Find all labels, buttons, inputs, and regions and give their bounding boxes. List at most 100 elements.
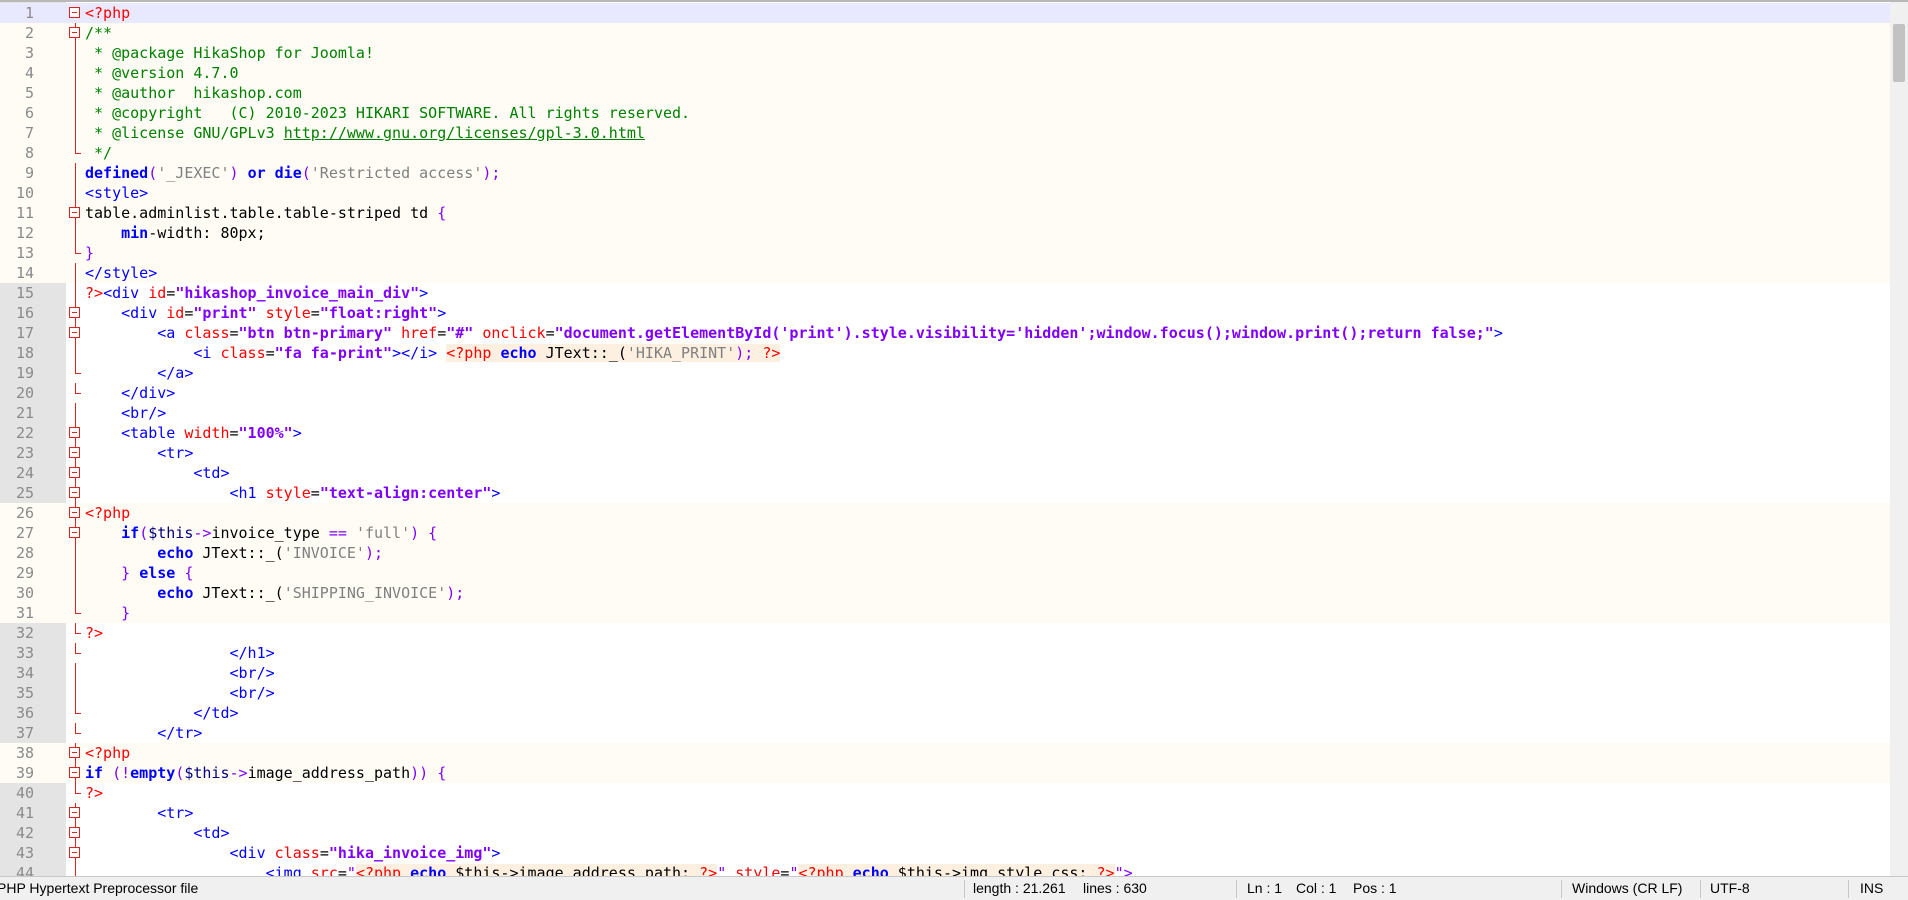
code-text[interactable]: </a> bbox=[85, 363, 193, 383]
fold-toggle-icon[interactable] bbox=[66, 823, 85, 843]
code-text[interactable]: <h1 style="text-align:center"> bbox=[85, 483, 501, 503]
fold-toggle-icon[interactable] bbox=[66, 423, 85, 443]
code-line[interactable]: 4 * @version 4.7.0 bbox=[0, 63, 1890, 83]
code-line[interactable]: 20 </div> bbox=[0, 383, 1890, 403]
code-line[interactable]: 28 echo JText::_('INVOICE'); bbox=[0, 543, 1890, 563]
fold-toggle-icon[interactable] bbox=[66, 803, 85, 823]
code-line[interactable]: 1 <?php bbox=[0, 3, 1890, 23]
code-text[interactable]: ?> bbox=[85, 623, 103, 643]
code-line[interactable]: 19 </a> bbox=[0, 363, 1890, 383]
code-text[interactable]: if($this->invoice_type == 'full') { bbox=[85, 523, 437, 543]
code-line[interactable]: 38 <?php bbox=[0, 743, 1890, 763]
code-text[interactable]: ?> bbox=[85, 783, 103, 803]
status-insert-mode[interactable]: INS bbox=[1860, 877, 1883, 900]
fold-toggle-icon[interactable] bbox=[66, 323, 85, 343]
code-text[interactable]: <style> bbox=[85, 183, 148, 203]
code-line[interactable]: 9 defined('_JEXEC') or die('Restricted ac… bbox=[0, 163, 1890, 183]
code-text[interactable]: <tr> bbox=[85, 443, 193, 463]
fold-toggle-icon[interactable] bbox=[66, 523, 85, 543]
code-text[interactable]: <td> bbox=[85, 463, 229, 483]
code-text[interactable]: <i class="fa fa-print"></i> <?php echo J… bbox=[85, 343, 781, 363]
code-text[interactable]: </div> bbox=[85, 383, 175, 403]
fold-toggle-icon[interactable] bbox=[66, 743, 85, 763]
code-text[interactable]: <?php bbox=[85, 743, 130, 763]
code-text[interactable]: <br/> bbox=[85, 663, 275, 683]
code-text[interactable]: <td> bbox=[85, 823, 229, 843]
code-text[interactable]: <div class="hika_invoice_img"> bbox=[85, 843, 501, 863]
code-text[interactable]: <table width="100%"> bbox=[85, 423, 302, 443]
code-line[interactable]: 27 if($this->invoice_type == 'full') { bbox=[0, 523, 1890, 543]
code-line[interactable]: 15 ?><div id="hikashop_invoice_main_div"> bbox=[0, 283, 1890, 303]
fold-toggle-icon[interactable] bbox=[66, 303, 85, 323]
fold-toggle-icon[interactable] bbox=[66, 203, 85, 223]
code-line[interactable]: 23 <tr> bbox=[0, 443, 1890, 463]
code-line[interactable]: 29 } else { bbox=[0, 563, 1890, 583]
code-text[interactable]: <a class="btn btn-primary" href="#" oncl… bbox=[85, 323, 1503, 343]
code-line[interactable]: 5 * @author hikashop.com bbox=[0, 83, 1890, 103]
code-line[interactable]: 39 if (!empty($this->image_address_path))… bbox=[0, 763, 1890, 783]
code-line[interactable]: 12 min-width: 80px; bbox=[0, 223, 1890, 243]
code-line[interactable]: 18 <i class="fa fa-print"></i> <?php ech… bbox=[0, 343, 1890, 363]
code-text[interactable]: </td> bbox=[85, 703, 238, 723]
code-lines[interactable]: 1 <?php 2/** 3 * @package HikaShop for Joom… bbox=[0, 3, 1890, 876]
code-line[interactable]: 3 * @package HikaShop for Joomla! bbox=[0, 43, 1890, 63]
code-text[interactable]: </tr> bbox=[85, 723, 202, 743]
code-text[interactable]: table.adminlist.table.table-striped td { bbox=[85, 203, 446, 223]
code-line[interactable]: 2 /** bbox=[0, 23, 1890, 43]
fold-toggle-icon[interactable] bbox=[66, 763, 85, 783]
code-line[interactable]: 24 <td> bbox=[0, 463, 1890, 483]
fold-toggle-icon[interactable] bbox=[66, 3, 85, 23]
code-text[interactable]: echo JText::_('INVOICE'); bbox=[85, 543, 383, 563]
code-line[interactable]: 34 <br/> bbox=[0, 663, 1890, 683]
code-line[interactable]: 13} bbox=[0, 243, 1890, 263]
code-line[interactable]: 33 </h1> bbox=[0, 643, 1890, 663]
code-text[interactable]: ?><div id="hikashop_invoice_main_div"> bbox=[85, 283, 428, 303]
code-text[interactable]: /** bbox=[85, 23, 112, 43]
code-line[interactable]: 40 ?> bbox=[0, 783, 1890, 803]
code-line[interactable]: 6 * @copyright (C) 2010-2023 HIKARI SOFT… bbox=[0, 103, 1890, 123]
code-text[interactable]: echo JText::_('SHIPPING_INVOICE'); bbox=[85, 583, 464, 603]
code-line[interactable]: 41 <tr> bbox=[0, 803, 1890, 823]
code-line[interactable]: 43 <div class="hika_invoice_img"> bbox=[0, 843, 1890, 863]
vertical-scrollbar[interactable] bbox=[1890, 2, 1908, 876]
code-line[interactable]: 42 <td> bbox=[0, 823, 1890, 843]
code-text[interactable]: </style> bbox=[85, 263, 157, 283]
code-text[interactable]: * @package HikaShop for Joomla! bbox=[85, 43, 374, 63]
code-line[interactable]: 25 <h1 style="text-align:center"> bbox=[0, 483, 1890, 503]
code-line[interactable]: 21 <br/> bbox=[0, 403, 1890, 423]
fold-toggle-icon[interactable] bbox=[66, 23, 85, 43]
code-line[interactable]: 16 <div id="print" style="float:right"> bbox=[0, 303, 1890, 323]
code-line[interactable]: 44 <img src="<?php echo $this->image_add… bbox=[0, 863, 1890, 876]
code-line[interactable]: 36 </td> bbox=[0, 703, 1890, 723]
code-text[interactable]: <br/> bbox=[85, 683, 275, 703]
code-line[interactable]: 10 <style> bbox=[0, 183, 1890, 203]
code-text[interactable]: <?php bbox=[85, 3, 130, 23]
code-text[interactable]: </h1> bbox=[85, 643, 275, 663]
code-line[interactable]: 8 */ bbox=[0, 143, 1890, 163]
code-line[interactable]: 35 <br/> bbox=[0, 683, 1890, 703]
code-text[interactable]: */ bbox=[85, 143, 112, 163]
code-text[interactable]: * @license GNU/GPLv3 http://www.gnu.org/… bbox=[85, 123, 645, 143]
code-text[interactable]: <div id="print" style="float:right"> bbox=[85, 303, 446, 323]
fold-toggle-icon[interactable] bbox=[66, 503, 85, 523]
code-line[interactable]: 26 <?php bbox=[0, 503, 1890, 523]
code-line[interactable]: 30 echo JText::_('SHIPPING_INVOICE'); bbox=[0, 583, 1890, 603]
code-line[interactable]: 22 <table width="100%"> bbox=[0, 423, 1890, 443]
scrollbar-thumb[interactable] bbox=[1893, 24, 1905, 82]
code-text[interactable]: <br/> bbox=[85, 403, 166, 423]
code-line[interactable]: 32 ?> bbox=[0, 623, 1890, 643]
code-editor[interactable]: 1 <?php 2/** 3 * @package HikaShop for Joom… bbox=[0, 0, 1908, 876]
fold-toggle-icon[interactable] bbox=[66, 483, 85, 503]
code-text[interactable]: } else { bbox=[85, 563, 193, 583]
code-line[interactable]: 17 <a class="btn btn-primary" href="#" o… bbox=[0, 323, 1890, 343]
code-line[interactable]: 7 * @license GNU/GPLv3 http://www.gnu.or… bbox=[0, 123, 1890, 143]
code-text[interactable]: <?php bbox=[85, 503, 130, 523]
code-text[interactable]: if (!empty($this->image_address_path)) { bbox=[85, 763, 446, 783]
status-eol[interactable]: Windows (CR LF) bbox=[1572, 877, 1682, 900]
fold-toggle-icon[interactable] bbox=[66, 443, 85, 463]
code-text[interactable]: * @version 4.7.0 bbox=[85, 63, 239, 83]
code-text[interactable]: min-width: 80px; bbox=[85, 223, 266, 243]
code-line[interactable]: 14 </style> bbox=[0, 263, 1890, 283]
code-text[interactable]: defined('_JEXEC') or die('Restricted acc… bbox=[85, 163, 500, 183]
code-text[interactable]: } bbox=[85, 243, 94, 263]
